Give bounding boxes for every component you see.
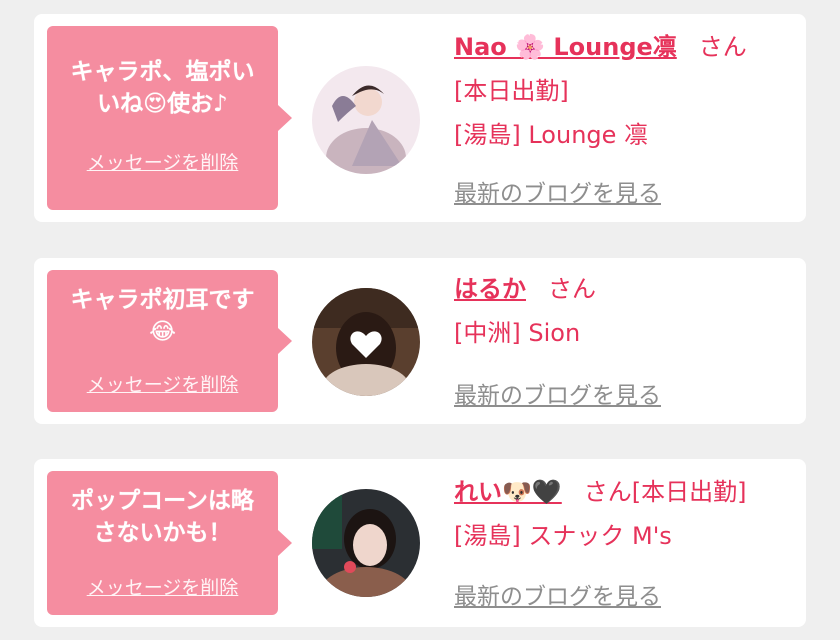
name-row: れい🐶🖤 さん[本日出勤] — [454, 475, 747, 509]
cast-name-link[interactable]: はるか — [454, 275, 526, 303]
cast-info: Nao 🌸 Lounge凛 さん [本日出勤] [湯島] Lounge 凛 — [454, 30, 747, 152]
message-line: キャラポ初耳です — [70, 287, 255, 313]
shop-location: [湯島] Lounge 凛 — [454, 121, 649, 149]
delete-message-link[interactable]: メッセージを削除 — [47, 370, 278, 397]
honorific: さん[本日出勤] — [583, 478, 747, 506]
avatar-photo — [312, 489, 420, 597]
shop-location: [湯島] スナック M's — [454, 522, 672, 550]
latest-blog-link[interactable]: 最新のブログを見る — [454, 376, 661, 410]
message-bubble: キャラポ初耳です 😂 メッセージを削除 — [47, 270, 292, 412]
name-row: はるか さん — [454, 272, 596, 306]
message-line: キャラポ、塩ポい — [70, 59, 255, 85]
avatar[interactable] — [312, 66, 420, 174]
cast-info: れい🐶🖤 さん[本日出勤] [湯島] スナック M's — [454, 475, 747, 553]
message-line: さないかも！ — [93, 520, 232, 546]
avatar[interactable] — [312, 489, 420, 597]
honorific: さん — [548, 275, 596, 303]
message-list: キャラポ、塩ポい いね😍使お♪ メッセージを削除 Nao 🌸 Lounge凛 さん… — [0, 0, 840, 640]
message-line: いね😍使お♪ — [97, 91, 228, 117]
message-card: キャラポ初耳です 😂 メッセージを削除 はるか さん [中洲] Sion 最新のブ… — [34, 258, 806, 424]
message-line: ポップコーンは略 — [71, 488, 254, 514]
message-card: キャラポ、塩ポい いね😍使お♪ メッセージを削除 Nao 🌸 Lounge凛 さん… — [34, 14, 806, 222]
cast-info: はるか さん [中洲] Sion — [454, 272, 596, 350]
delete-message-link[interactable]: メッセージを削除 — [47, 573, 278, 600]
attendance-status: [本日出勤] — [454, 77, 569, 105]
latest-blog-link[interactable]: 最新のブログを見る — [454, 174, 661, 208]
shop-location: [中洲] Sion — [454, 319, 581, 347]
message-card: ポップコーンは略 さないかも！ メッセージを削除 れい🐶🖤 さん[本日出勤] [湯… — [34, 459, 806, 627]
message-bubble: ポップコーンは略 さないかも！ メッセージを削除 — [47, 471, 292, 615]
message-line: 😂 — [149, 319, 176, 345]
latest-blog-link[interactable]: 最新のブログを見る — [454, 577, 661, 611]
avatar-photo — [312, 288, 420, 396]
message-text: キャラポ初耳です 😂 — [47, 270, 278, 348]
message-text: キャラポ、塩ポい いね😍使お♪ — [47, 26, 278, 120]
cast-name-link[interactable]: れい🐶🖤 — [454, 478, 562, 506]
honorific: さん — [698, 33, 747, 61]
cast-name-link[interactable]: Nao 🌸 Lounge凛 — [454, 33, 677, 61]
avatar[interactable] — [312, 288, 420, 396]
avatar-photo — [312, 66, 420, 174]
message-bubble: キャラポ、塩ポい いね😍使お♪ メッセージを削除 — [47, 26, 292, 210]
message-text: ポップコーンは略 さないかも！ — [47, 471, 278, 549]
delete-message-link[interactable]: メッセージを削除 — [47, 148, 278, 175]
name-row: Nao 🌸 Lounge凛 さん — [454, 30, 747, 64]
